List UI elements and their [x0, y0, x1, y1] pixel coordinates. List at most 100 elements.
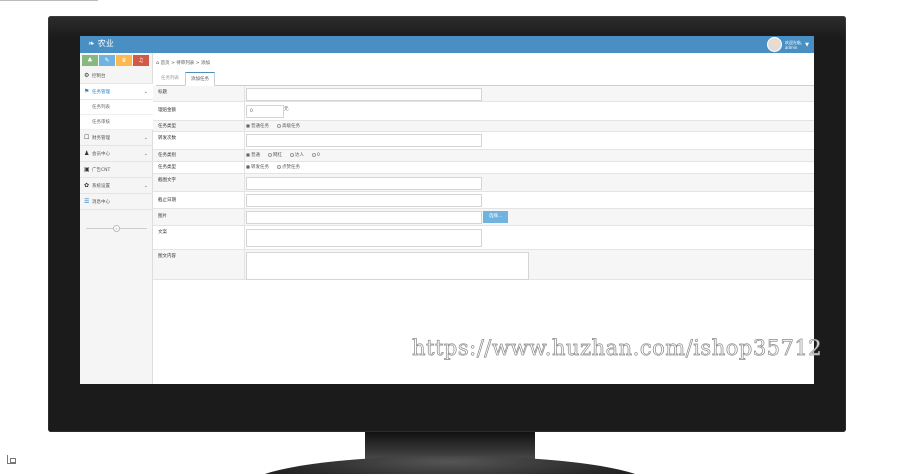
option-label: 普通	[251, 153, 260, 158]
option-label: 点赞任务	[282, 165, 300, 170]
sidebar-item-label: 广告CNT	[92, 167, 111, 173]
title-input[interactable]	[246, 88, 482, 101]
monitor-glare	[48, 16, 846, 38]
sidebar-item-members[interactable]: ♟ 会员中心 ⌄	[80, 146, 153, 162]
main-content: ⌂ 首页 > 待审列表 > 添加 任务列表 添加任务 标题 理赔金额 0 元 任…	[153, 53, 814, 384]
mode-option-like[interactable]: 点赞任务	[277, 164, 300, 170]
screenshot-text-input[interactable]	[246, 177, 482, 190]
avatar	[766, 37, 782, 52]
forward-count-input[interactable]	[246, 134, 482, 147]
field-label: 图文内容	[158, 254, 176, 259]
sidebar-subitem-task-list[interactable]: 任务列表	[80, 100, 153, 115]
task-category-radio-group: 普通 网红 达人 0	[246, 152, 320, 158]
breadcrumb-section[interactable]: 待审列表	[176, 61, 194, 66]
sidebar-item-label: 财务管理	[92, 135, 110, 141]
chevron-down-icon: ⌄	[143, 182, 148, 189]
sidebar-item-label: 消息中心	[92, 199, 110, 205]
dashboard-icon: ⚙	[84, 72, 90, 79]
bookmark-icon: ☰	[84, 198, 90, 205]
user-greeting: 欢迎光临,	[784, 39, 803, 45]
tab-task-list[interactable]: 任务列表	[156, 72, 184, 85]
chevron-down-icon: ⌄	[143, 134, 148, 141]
form-row-screenshot-text: 截图文字	[153, 174, 814, 192]
form-row-image: 图片 选择...	[153, 209, 814, 226]
app-screen: ❧ 农业 欢迎光临, admin ▼ ♣ ✎ ♛ ♫ ⚙ 控制台 ⚑ 任务管理 …	[80, 36, 814, 384]
sidebar-collapse[interactable]: «	[80, 224, 153, 233]
row-divider	[244, 209, 245, 225]
sidebar-subitem-task-review[interactable]: 任务审核	[80, 115, 153, 130]
image-path-input[interactable]	[246, 211, 482, 224]
task-type-option-normal[interactable]: 普通任务	[246, 123, 269, 129]
amount-input[interactable]: 0	[246, 105, 284, 118]
category-option-influencer[interactable]: 网红	[268, 152, 282, 158]
field-label: 转发次数	[158, 136, 176, 141]
breadcrumb: ⌂ 首页 > 待审列表 > 添加	[156, 60, 210, 66]
image-corner-icon	[7, 455, 16, 464]
field-label: 理赔金额	[158, 108, 176, 113]
chevron-down-icon: ⌄	[143, 150, 148, 157]
content-editor[interactable]	[246, 252, 529, 280]
mode-option-forward[interactable]: 转发任务	[246, 164, 269, 170]
task-type-radio-group: 普通任务 高级任务	[246, 123, 300, 129]
add-task-form: 标题 理赔金额 0 元 任务类型 普通任务 高级任务 转发次数 任务类别 普通 …	[153, 86, 814, 280]
collapse-icon[interactable]: «	[113, 225, 120, 232]
breadcrumb-current: 添加	[200, 61, 210, 66]
radio-dot	[277, 124, 281, 128]
field-label: 标题	[158, 90, 167, 95]
breadcrumb-home[interactable]: 首页	[161, 61, 170, 66]
monitor-stand-base	[248, 456, 652, 474]
row-divider	[244, 102, 245, 120]
caret-down-icon: ▼	[805, 41, 809, 48]
sidebar-item-finance[interactable]: ☐ 财务管理 ⌄	[80, 130, 153, 146]
field-label: 文案	[158, 230, 167, 235]
users-icon[interactable]: ♛	[116, 55, 132, 66]
pencil-icon[interactable]: ✎	[99, 55, 115, 66]
tab-bar: 任务列表 添加任务	[156, 72, 814, 86]
task-type-option-advanced[interactable]: 高级任务	[277, 123, 300, 129]
field-label: 任务类型	[158, 124, 176, 129]
cog-icon: ✿	[84, 182, 90, 189]
sidebar-item-ads[interactable]: ▣ 广告CNT	[80, 162, 153, 178]
option-label: 转发任务	[251, 165, 269, 170]
row-divider	[244, 226, 245, 249]
radio-dot	[246, 124, 250, 128]
sidebar-item-tasks[interactable]: ⚑ 任务管理 ⌄	[80, 84, 153, 100]
sidebar-item-label: 任务审核	[92, 120, 110, 125]
home-icon: ⌂	[156, 60, 160, 66]
sidebar-item-label: 任务列表	[92, 105, 110, 110]
app-logo[interactable]: ❧ 农业	[88, 39, 114, 49]
copy-textarea[interactable]	[246, 229, 482, 247]
picture-icon: ▣	[84, 166, 90, 173]
row-divider	[244, 250, 245, 279]
flag-icon: ⚑	[84, 88, 90, 95]
row-divider	[244, 86, 245, 101]
signal-icon[interactable]: ♣	[82, 55, 98, 66]
category-option-zero[interactable]: 0	[312, 152, 320, 158]
watermark-text: https://www.huzhan.com/ishop35712	[412, 336, 823, 361]
option-label: 高级任务	[282, 124, 300, 129]
screenshot-frame: ❧ 农业 欢迎光临, admin ▼ ♣ ✎ ♛ ♫ ⚙ 控制台 ⚑ 任务管理 …	[0, 0, 900, 474]
browse-button[interactable]: 选择...	[483, 211, 508, 223]
form-row-title: 标题	[153, 86, 814, 102]
field-label: 任务类别	[158, 153, 176, 158]
bell-icon[interactable]: ♫	[133, 55, 149, 66]
form-row-task-mode: 任务类型 转发任务 点赞任务	[153, 162, 814, 174]
sidebar-item-messages[interactable]: ☰ 消息中心	[80, 194, 153, 210]
wallet-icon: ☐	[84, 134, 90, 141]
sidebar-item-label: 会员中心	[92, 151, 110, 157]
sidebar-item-settings[interactable]: ✿ 系统设置 ⌄	[80, 178, 153, 194]
field-label: 任务类型	[158, 165, 176, 170]
form-row-forward-count: 转发次数	[153, 132, 814, 150]
chevron-down-icon: ⌄	[143, 88, 148, 95]
sidebar-item-dashboard[interactable]: ⚙ 控制台	[80, 68, 153, 84]
radio-dot	[246, 165, 250, 169]
option-label: 普通任务	[251, 124, 269, 129]
category-option-normal[interactable]: 普通	[246, 152, 260, 158]
row-divider	[244, 132, 245, 149]
top-divider	[0, 0, 98, 1]
user-menu[interactable]: 欢迎光临, admin ▼	[766, 37, 809, 52]
tab-add-task[interactable]: 添加任务	[185, 72, 215, 86]
deadline-input[interactable]	[246, 194, 482, 207]
radio-dot	[268, 153, 272, 157]
category-option-expert[interactable]: 达人	[290, 152, 304, 158]
